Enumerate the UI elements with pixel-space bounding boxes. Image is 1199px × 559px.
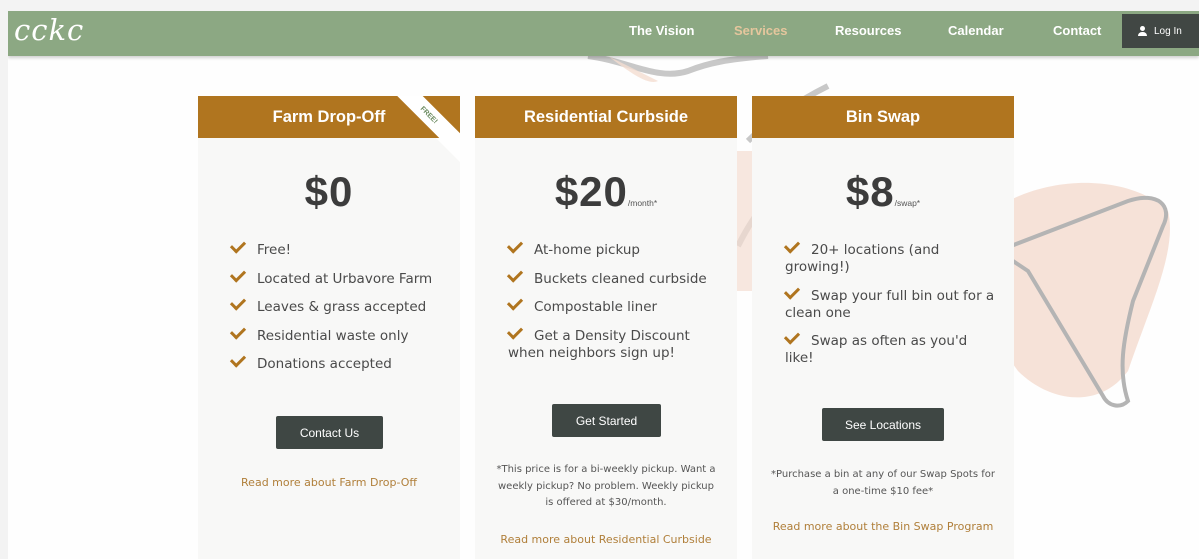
price-unit: /swap*: [894, 198, 921, 208]
checkmark-icon: [229, 237, 247, 254]
card-header: Residential Curbside: [475, 96, 737, 138]
page-frame: cckc The Vision Services Resources Calen…: [8, 11, 1199, 559]
feature-item: Residential waste only: [229, 323, 446, 345]
feature-item: Get a Density Discount when neighbors si…: [506, 323, 723, 362]
checkmark-icon: [229, 351, 247, 369]
feature-item: Swap as often as you'd like!: [783, 328, 1000, 367]
contact-us-button[interactable]: Contact Us: [276, 416, 383, 449]
checkmark-icon: [783, 328, 801, 345]
see-locations-button[interactable]: See Locations: [822, 408, 944, 441]
checkmark-icon: [783, 237, 801, 254]
ribbon-label: FREE!: [419, 105, 439, 125]
site-logo[interactable]: cckc: [14, 13, 84, 47]
checkmark-icon: [229, 294, 247, 311]
nav-link-calendar[interactable]: Calendar: [948, 23, 1004, 38]
pricing-note: *This price is for a bi-weekly pickup. W…: [496, 464, 716, 508]
feature-item: Leaves & grass accepted: [229, 294, 446, 316]
checkmark-icon: [506, 323, 524, 340]
checkmark-icon: [229, 323, 247, 340]
card-title: Residential Curbside: [523, 107, 689, 126]
feature-list: Free! Located at Urbavore Farm Leaves & …: [229, 237, 446, 385]
nav-link-contact[interactable]: Contact: [1053, 23, 1101, 38]
price-row: $20/month*: [475, 168, 737, 216]
corner-fold: [436, 138, 460, 162]
price-row: $8/swap*: [752, 168, 1014, 216]
price-unit: /month*: [627, 198, 658, 208]
checkmark-icon: [229, 265, 247, 283]
feature-item: Donations accepted: [229, 351, 446, 373]
feature-item: Free!: [229, 237, 446, 259]
nav-link-the-vision[interactable]: The Vision: [629, 23, 695, 38]
user-icon: [1138, 26, 1148, 36]
card-title: Farm Drop-Off: [272, 107, 386, 126]
pricing-card-residential-curbside: Residential Curbside $20/month* At-home …: [475, 96, 737, 559]
nav-link-services[interactable]: Services: [734, 23, 788, 38]
card-header: Farm Drop-Off FREE!: [198, 96, 460, 138]
checkmark-icon: [506, 294, 524, 311]
login-button[interactable]: Log In: [1122, 14, 1199, 48]
price-row: $0: [198, 168, 460, 216]
feature-item: Compostable liner: [506, 294, 723, 316]
login-label: Log In: [1154, 25, 1182, 37]
read-more-link[interactable]: Read more about the Bin Swap Program: [752, 520, 1014, 533]
feature-item: 20+ locations (and growing!): [783, 237, 1000, 276]
card-title: Bin Swap: [845, 107, 921, 126]
get-started-button[interactable]: Get Started: [552, 404, 661, 437]
free-ribbon: FREE!: [383, 96, 460, 138]
pricing-card-bin-swap: Bin Swap $8/swap* 20+ locations (and gro…: [752, 96, 1014, 559]
feature-item: Located at Urbavore Farm: [229, 265, 446, 288]
top-navbar: cckc The Vision Services Resources Calen…: [8, 11, 1199, 56]
feature-item: At-home pickup: [506, 237, 723, 259]
checkmark-icon: [506, 237, 524, 254]
pricing-card-farm-drop-off: Farm Drop-Off FREE! $0 Free! Located at …: [198, 96, 460, 559]
price: $8: [845, 168, 895, 215]
feature-list: At-home pickup Buckets cleaned curbside …: [506, 237, 723, 373]
checkmark-icon: [783, 282, 801, 300]
card-header: Bin Swap: [752, 96, 1014, 138]
checkmark-icon: [506, 265, 524, 283]
price: $0: [304, 168, 354, 215]
price: $20: [554, 168, 628, 215]
read-more-link[interactable]: Read more about Residential Curbside: [475, 533, 737, 546]
feature-list: 20+ locations (and growing!) Swap your f…: [783, 237, 1000, 379]
read-more-link[interactable]: Read more about Farm Drop-Off: [198, 476, 460, 489]
feature-item: Buckets cleaned curbside: [506, 265, 723, 288]
pricing-note: *Purchase a bin at any of our Swap Spots…: [771, 469, 995, 497]
nav-link-resources[interactable]: Resources: [835, 23, 901, 38]
feature-item: Swap your full bin out for a clean one: [783, 282, 1000, 322]
